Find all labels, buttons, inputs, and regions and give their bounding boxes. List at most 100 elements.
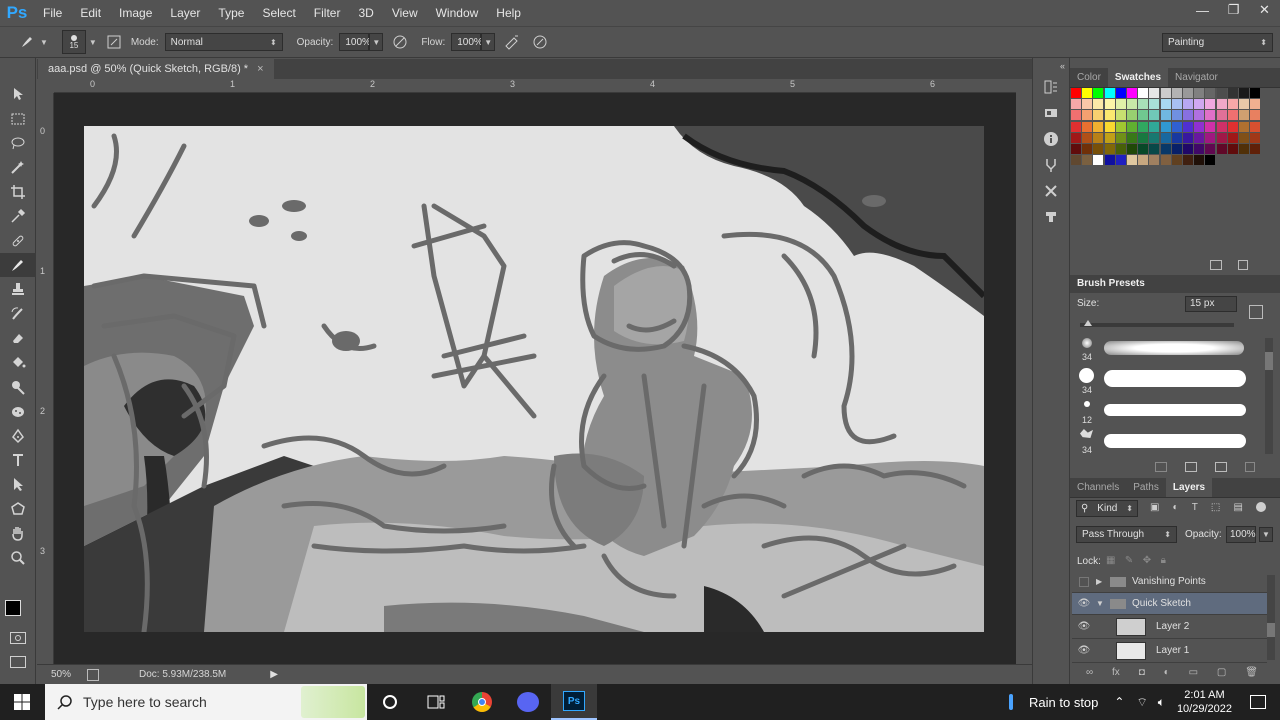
menu-select[interactable]: Select (253, 0, 304, 26)
layer-opacity-dropdown[interactable]: ▼ (1259, 527, 1273, 542)
swatch-color[interactable] (1216, 144, 1227, 154)
paint-bucket-tool[interactable] (0, 350, 36, 374)
task-view-button-2[interactable] (413, 684, 459, 720)
tab-swatches[interactable]: Swatches (1107, 68, 1169, 87)
taskbar-chrome[interactable] (459, 684, 505, 720)
share-icon[interactable] (87, 668, 99, 681)
swatch-color[interactable] (1250, 88, 1261, 98)
swatch-color[interactable] (1227, 144, 1238, 154)
swatch-color[interactable] (1082, 110, 1093, 121)
swatch-color[interactable] (1149, 88, 1160, 98)
swatch-color[interactable] (1171, 144, 1182, 154)
swatch-color[interactable] (1183, 110, 1193, 121)
shape-tool[interactable] (0, 497, 36, 521)
swatch-color[interactable] (1071, 88, 1081, 98)
screen-mode-icon[interactable] (10, 656, 26, 668)
lock-position-icon[interactable]: ✥ (1143, 555, 1151, 569)
type-filter-icon[interactable]: T (1192, 502, 1198, 516)
swatch-color[interactable] (1216, 99, 1227, 110)
layer-filter-kind[interactable]: ⚲ Kind ⬍ (1076, 500, 1138, 517)
layer-row-quick-sketch[interactable]: 👁︎ ▼ Quick Sketch (1072, 593, 1267, 615)
eye-icon[interactable]: 👁︎ (1072, 621, 1096, 632)
document-canvas[interactable] (84, 126, 984, 632)
brush-preset-item[interactable]: 12 (1074, 396, 1264, 426)
swatch-color[interactable] (1082, 132, 1093, 143)
swatch-color[interactable] (1250, 144, 1261, 154)
swatch-color[interactable] (1093, 144, 1104, 154)
swatch-color[interactable] (1115, 144, 1126, 154)
swatch-color[interactable] (1115, 88, 1126, 98)
swatch-color[interactable] (1205, 88, 1216, 98)
close-tab-icon[interactable]: × (257, 63, 263, 75)
swatch-color[interactable] (1082, 99, 1093, 110)
swatch-color[interactable] (1171, 110, 1182, 121)
swatch-color[interactable] (1205, 144, 1216, 154)
quick-select-tool[interactable] (0, 155, 36, 179)
menu-type[interactable]: Type (209, 0, 253, 26)
swatch-color[interactable] (1250, 110, 1261, 121)
tab-color[interactable]: Color (1070, 68, 1108, 87)
swatch-color[interactable] (1183, 121, 1193, 132)
swatch-color[interactable] (1138, 99, 1149, 110)
weather-icon[interactable] (1009, 692, 1019, 712)
network-icon[interactable]: ⌔ (1136, 695, 1147, 710)
swatch-color[interactable] (1071, 99, 1081, 110)
new-swatch-icon[interactable] (1210, 260, 1222, 270)
delete-layer-icon[interactable]: 🗑︎ (1245, 667, 1258, 681)
swatch-color[interactable] (1250, 132, 1261, 143)
swatch-color[interactable] (1250, 121, 1261, 132)
clock[interactable]: 2:01 AM 10/29/2022 (1177, 688, 1232, 716)
swatch-color[interactable] (1071, 110, 1081, 121)
swatch-color[interactable] (1160, 155, 1171, 166)
swatch-color[interactable] (1239, 88, 1249, 98)
layers-scrollbar[interactable] (1267, 575, 1275, 660)
tab-channels[interactable]: Channels (1070, 478, 1126, 497)
brush-panel-toggle-icon[interactable] (103, 31, 125, 53)
layer-row-vanishing-points[interactable]: ▶ Vanishing Points (1072, 571, 1267, 593)
swatch-color[interactable] (1183, 155, 1193, 166)
swatch-color[interactable] (1138, 110, 1149, 121)
swatch-color[interactable] (1171, 155, 1182, 166)
swatch-color[interactable] (1205, 99, 1216, 110)
swatch-color[interactable] (1239, 110, 1249, 121)
swatch-color[interactable] (1227, 132, 1238, 143)
swatch-color[interactable] (1115, 155, 1126, 166)
swatch-color[interactable] (1171, 99, 1182, 110)
swatch-color[interactable] (1115, 99, 1126, 110)
tool-preset-arrow-icon[interactable]: ▼ (40, 38, 48, 47)
move-tool[interactable] (0, 82, 36, 106)
restore-button[interactable]: ❐ (1218, 0, 1249, 20)
swatch-color[interactable] (1194, 144, 1205, 154)
swatch-color[interactable] (1127, 144, 1137, 154)
layer-row-layer-2[interactable]: 👁︎ Layer 2 (1072, 615, 1267, 639)
menu-help[interactable]: Help (487, 0, 530, 26)
swatch-color[interactable] (1171, 88, 1182, 98)
layer-opacity-input[interactable]: 100% (1226, 526, 1256, 543)
weather-status[interactable]: Rain to stop (1029, 695, 1098, 710)
swatch-color[interactable] (1227, 88, 1238, 98)
swatch-color[interactable] (1250, 99, 1261, 110)
swatch-color[interactable] (1115, 132, 1126, 143)
swatch-color[interactable] (1127, 132, 1137, 143)
swatch-color[interactable] (1127, 110, 1137, 121)
layer-row-layer-1[interactable]: 👁︎ Layer 1 (1072, 639, 1267, 663)
adjustment-filter-icon[interactable]: ◐ (1173, 502, 1179, 516)
tab-navigator[interactable]: Navigator (1168, 68, 1225, 87)
swatch-color[interactable] (1183, 144, 1193, 154)
start-button[interactable] (0, 684, 44, 720)
brush-list-scrollbar[interactable] (1265, 338, 1273, 454)
new-preset-icon[interactable] (1249, 305, 1263, 319)
close-button[interactable]: ✕ (1249, 0, 1280, 20)
brush-grid-icon[interactable] (1185, 462, 1197, 472)
swatch-color[interactable] (1160, 132, 1171, 143)
swatch-color[interactable] (1093, 132, 1104, 143)
add-mask-icon[interactable]: ◘ (1139, 667, 1145, 681)
brush-preset-item[interactable]: 34 (1074, 366, 1264, 396)
new-layer-icon[interactable]: ▢ (1217, 667, 1226, 681)
swatch-color[interactable] (1093, 121, 1104, 132)
foreground-background-colors[interactable] (5, 598, 33, 626)
swatch-color[interactable] (1160, 88, 1171, 98)
menu-edit[interactable]: Edit (71, 0, 110, 26)
menu-image[interactable]: Image (110, 0, 161, 26)
swatch-color[interactable] (1205, 155, 1216, 166)
